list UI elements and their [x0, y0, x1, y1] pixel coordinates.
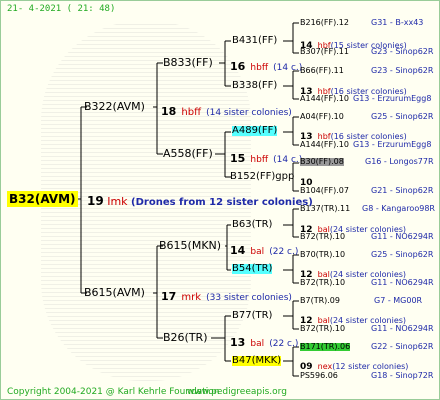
gen2-queen-2[interactable]: B615(MKN) [159, 240, 221, 251]
drone-origin-desc: (Drones from 12 sister colonies) [131, 197, 313, 208]
gen3-queen-7[interactable]: B47(MKK) [232, 356, 282, 366]
timestamp: 21- 4-2021 ( 21: 48) [7, 4, 116, 14]
gen3-queen-5[interactable]: B54(TR) [232, 264, 273, 274]
root-queen[interactable]: B32(AVM) [7, 191, 78, 207]
gen3-queen-2[interactable]: A489(FF) [232, 126, 278, 136]
gen4-breed-5: G13 - ErzurumEgg8 [353, 140, 432, 149]
gen2-origin-3: 13 bal (22 c.) [230, 333, 298, 349]
gen4-breed-2: G23 - Sinop62R [371, 66, 434, 75]
gen1-origin-label-1: mrk [181, 292, 202, 303]
gen3-queen-3[interactable]: B152(FF)gpp [230, 172, 294, 182]
gen4-breed-14: G22 - Sinop62R [371, 342, 434, 351]
gen3-origin-desc-7: (12 sister colonies) [332, 362, 409, 371]
gen4-breed-11: G11 - NO6294R [371, 278, 434, 287]
gen2-origin-2: 14 bal (22 c.) [230, 241, 298, 257]
gen4-queen-0[interactable]: B216(FF).12 [300, 19, 349, 27]
gen2-origin-num-2: 14 [230, 244, 246, 257]
gen4-queen-12[interactable]: B7(TR).09 [300, 297, 340, 305]
gen2-origin-label-1: hbff [250, 155, 269, 165]
gen4-queen-4[interactable]: A04(FF).10 [300, 113, 344, 121]
gen3-queen-0[interactable]: B431(FF) [232, 36, 277, 46]
gen2-origin-label-3: bal [250, 339, 265, 349]
gen4-breed-9: G11 - NO6294R [371, 232, 434, 241]
gen4-queen-2[interactable]: B66(FF).11 [300, 67, 344, 75]
gen4-queen-15[interactable]: PS596.06 [300, 372, 338, 380]
pedigree-frame: 21- 4-2021 ( 21: 48) B32(AVM) 19 Imk (Dr… [0, 0, 440, 400]
gen2-origin-1: 15 hbff (14 c.) [230, 149, 302, 165]
gen4-breed-13: G11 - NO6294R [371, 324, 434, 333]
gen4-queen-1[interactable]: B307(FF).11 [300, 48, 349, 56]
gen2-origin-0: 16 hbff (14 c.) [230, 57, 302, 73]
gen2-origin-num-3: 13 [230, 336, 246, 349]
gen2-origin-desc-2: (22 c.) [269, 247, 299, 257]
gen2-origin-num-1: 15 [230, 152, 246, 165]
gen2-origin-desc-0: (14 c.) [273, 63, 303, 73]
gen1-origin-0: 18 hbff (14 sister colonies) [161, 102, 292, 118]
gen2-origin-label-2: bal [250, 247, 265, 257]
gen4-queen-10[interactable]: B70(TR).10 [300, 251, 345, 259]
gen4-breed-15: G18 - Sinop72R [371, 371, 434, 380]
gen4-queen-3[interactable]: A144(FF).10 [300, 95, 349, 103]
gen3-queen-1[interactable]: B338(FF) [232, 81, 277, 91]
gen2-queen-3[interactable]: B26(TR) [163, 332, 208, 343]
gen4-queen-14[interactable]: B171(TR).06 [300, 343, 351, 351]
gen2-origin-label-0: hbff [250, 63, 269, 73]
gen4-breed-12: G7 - MG00R [374, 296, 423, 305]
gen1-queen-1[interactable]: B615(AVM) [84, 287, 145, 298]
gen3-origin-label-7: nex [317, 362, 333, 371]
drone-origin-label: Imk [107, 195, 128, 208]
gen4-breed-6: G16 - Longos77R [365, 157, 434, 166]
gen1-origin-label-0: hbff [181, 107, 201, 118]
gen4-breed-3: G13 - ErzurumEgg8 [353, 94, 432, 103]
gen2-queen-1[interactable]: A558(FF) [163, 148, 213, 159]
gen4-queen-8[interactable]: B137(TR).11 [300, 205, 350, 213]
drone-origin-number: 19 [87, 194, 104, 208]
gen2-origin-num-0: 16 [230, 60, 246, 73]
gen3-origin-7: 09 nex(12 sister colonies) [300, 356, 408, 372]
gen1-origin-desc-1: (33 sister colonies) [206, 293, 292, 303]
gen4-queen-11[interactable]: B72(TR).10 [300, 279, 345, 287]
gen3-queen-6[interactable]: B77(TR) [232, 311, 272, 321]
gen2-origin-desc-1: (14 c.) [273, 155, 303, 165]
gen4-breed-4: G25 - Sinop62R [371, 112, 434, 121]
root-drone-origin: 19 Imk (Drones from 12 sister colonies) [87, 194, 313, 208]
gen4-breed-8: G8 - Kangaroo98R [362, 204, 435, 213]
gen4-breed-0: G31 - B-xx43 [371, 18, 424, 27]
gen2-origin-desc-3: (22 c.) [269, 339, 299, 349]
gen3-queen-4[interactable]: B63(TR) [232, 220, 272, 230]
gen4-breed-7: G21 - Sinop62R [371, 186, 434, 195]
gen4-queen-13[interactable]: B72(TR).10 [300, 325, 345, 333]
gen4-breed-10: G25 - Sinop62R [371, 250, 434, 259]
gen4-queen-9[interactable]: B72(TR).10 [300, 233, 345, 241]
gen4-queen-7[interactable]: B104(FF).07 [300, 187, 349, 195]
gen1-origin-1: 17 mrk (33 sister colonies) [161, 287, 292, 303]
gen4-queen-5[interactable]: A144(FF).10 [300, 141, 349, 149]
gen4-breed-1: G23 - Sinop62R [371, 47, 434, 56]
gen1-queen-0[interactable]: B322(AVM) [84, 101, 145, 112]
website-link[interactable]: www.pedigreeapis.org [187, 387, 287, 397]
gen2-queen-0[interactable]: B833(FF) [163, 57, 213, 68]
gen1-origin-num-1: 17 [161, 290, 177, 303]
gen1-origin-desc-0: (14 sister colonies) [206, 108, 292, 118]
gen1-origin-num-0: 18 [161, 105, 177, 118]
gen4-queen-6[interactable]: B30(FF).08 [300, 158, 344, 166]
